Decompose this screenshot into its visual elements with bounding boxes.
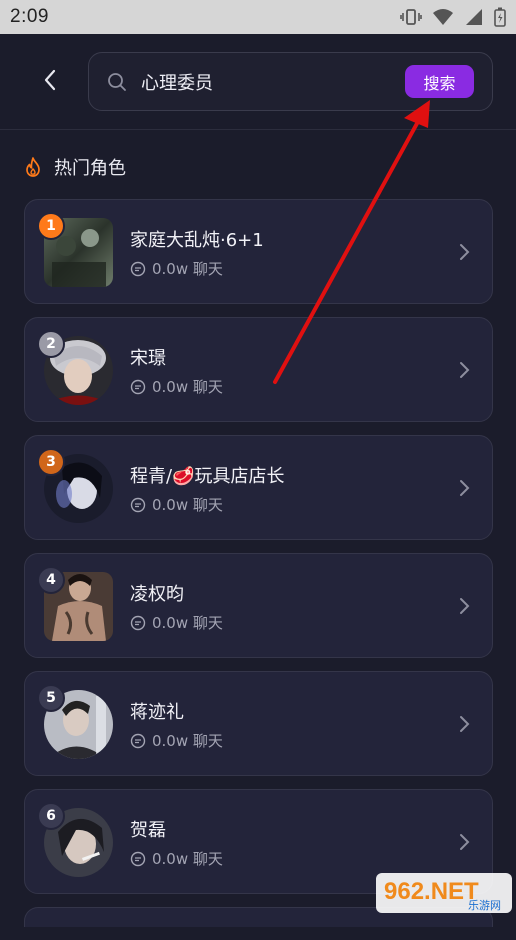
section-title: 热门角色	[54, 154, 126, 180]
rank-badge: 4	[37, 566, 65, 594]
wifi-icon	[432, 8, 454, 26]
character-list: 1 家庭大乱炖·6+1 0.0w 聊天 2 宋璟 0.0w 聊天	[24, 199, 493, 940]
chat-count: 0.0w 聊天	[152, 730, 223, 751]
search-header: 搜索	[0, 34, 516, 130]
rank-badge: 3	[37, 448, 65, 476]
chat-count: 0.0w 聊天	[152, 258, 223, 279]
chevron-right-icon	[458, 714, 470, 734]
chevron-right-icon	[458, 478, 470, 498]
chevron-right-icon	[458, 242, 470, 262]
chat-stats: 0.0w 聊天	[130, 258, 223, 279]
chat-count: 0.0w 聊天	[152, 494, 223, 515]
search-input[interactable]	[141, 71, 405, 92]
chevron-right-icon	[458, 596, 470, 616]
watermark-subtext: 乐游网	[468, 899, 501, 912]
rank-badge: 6	[37, 802, 65, 830]
chat-bubble-icon	[130, 615, 146, 631]
character-card-1[interactable]: 1 家庭大乱炖·6+1 0.0w 聊天	[24, 199, 493, 304]
flame-icon	[24, 157, 42, 177]
chevron-right-icon	[458, 360, 470, 380]
signal-icon	[464, 8, 484, 26]
character-name: 程青/🥩玩具店店长	[130, 462, 284, 488]
status-icons	[400, 7, 506, 27]
chevron-left-icon	[43, 69, 57, 91]
search-icon	[107, 72, 127, 92]
chat-bubble-icon	[130, 379, 146, 395]
rank-badge: 1	[37, 212, 65, 240]
status-bar: 2:09	[0, 0, 516, 34]
section-header: 热门角色	[24, 152, 126, 182]
search-button[interactable]: 搜索	[405, 65, 474, 98]
character-card-5[interactable]: 5 蒋迹礼 0.0w 聊天	[24, 671, 493, 776]
chat-bubble-icon	[130, 733, 146, 749]
status-time: 2:09	[10, 6, 49, 28]
chat-stats: 0.0w 聊天	[130, 494, 223, 515]
character-card-4[interactable]: 4 凌权昀 0.0w 聊天	[24, 553, 493, 658]
chat-bubble-icon	[130, 261, 146, 277]
character-card-3[interactable]: 3 程青/🥩玩具店店长 0.0w 聊天	[24, 435, 493, 540]
character-name: 贺磊	[130, 816, 166, 842]
rank-badge: 5	[37, 684, 65, 712]
chat-bubble-icon	[130, 851, 146, 867]
character-name: 凌权昀	[130, 580, 184, 606]
chevron-right-icon	[458, 832, 470, 852]
rank-badge: 2	[37, 330, 65, 358]
chat-count: 0.0w 聊天	[152, 848, 223, 869]
watermark-logo: 962.NET 乐游网	[376, 871, 512, 915]
character-name: 蒋迹礼	[130, 698, 184, 724]
character-name: 家庭大乱炖·6+1	[130, 226, 264, 252]
back-button[interactable]	[34, 64, 66, 96]
vibrate-icon	[400, 8, 422, 26]
watermark-text: 962.NET	[384, 878, 479, 905]
chat-stats: 0.0w 聊天	[130, 730, 223, 751]
chat-stats: 0.0w 聊天	[130, 848, 223, 869]
search-box[interactable]: 搜索	[88, 52, 493, 111]
chat-bubble-icon	[130, 497, 146, 513]
chat-stats: 0.0w 聊天	[130, 376, 223, 397]
character-card-2[interactable]: 2 宋璟 0.0w 聊天	[24, 317, 493, 422]
battery-icon	[494, 7, 506, 27]
chat-count: 0.0w 聊天	[152, 376, 223, 397]
chat-count: 0.0w 聊天	[152, 612, 223, 633]
character-name: 宋璟	[130, 344, 166, 370]
chat-stats: 0.0w 聊天	[130, 612, 223, 633]
